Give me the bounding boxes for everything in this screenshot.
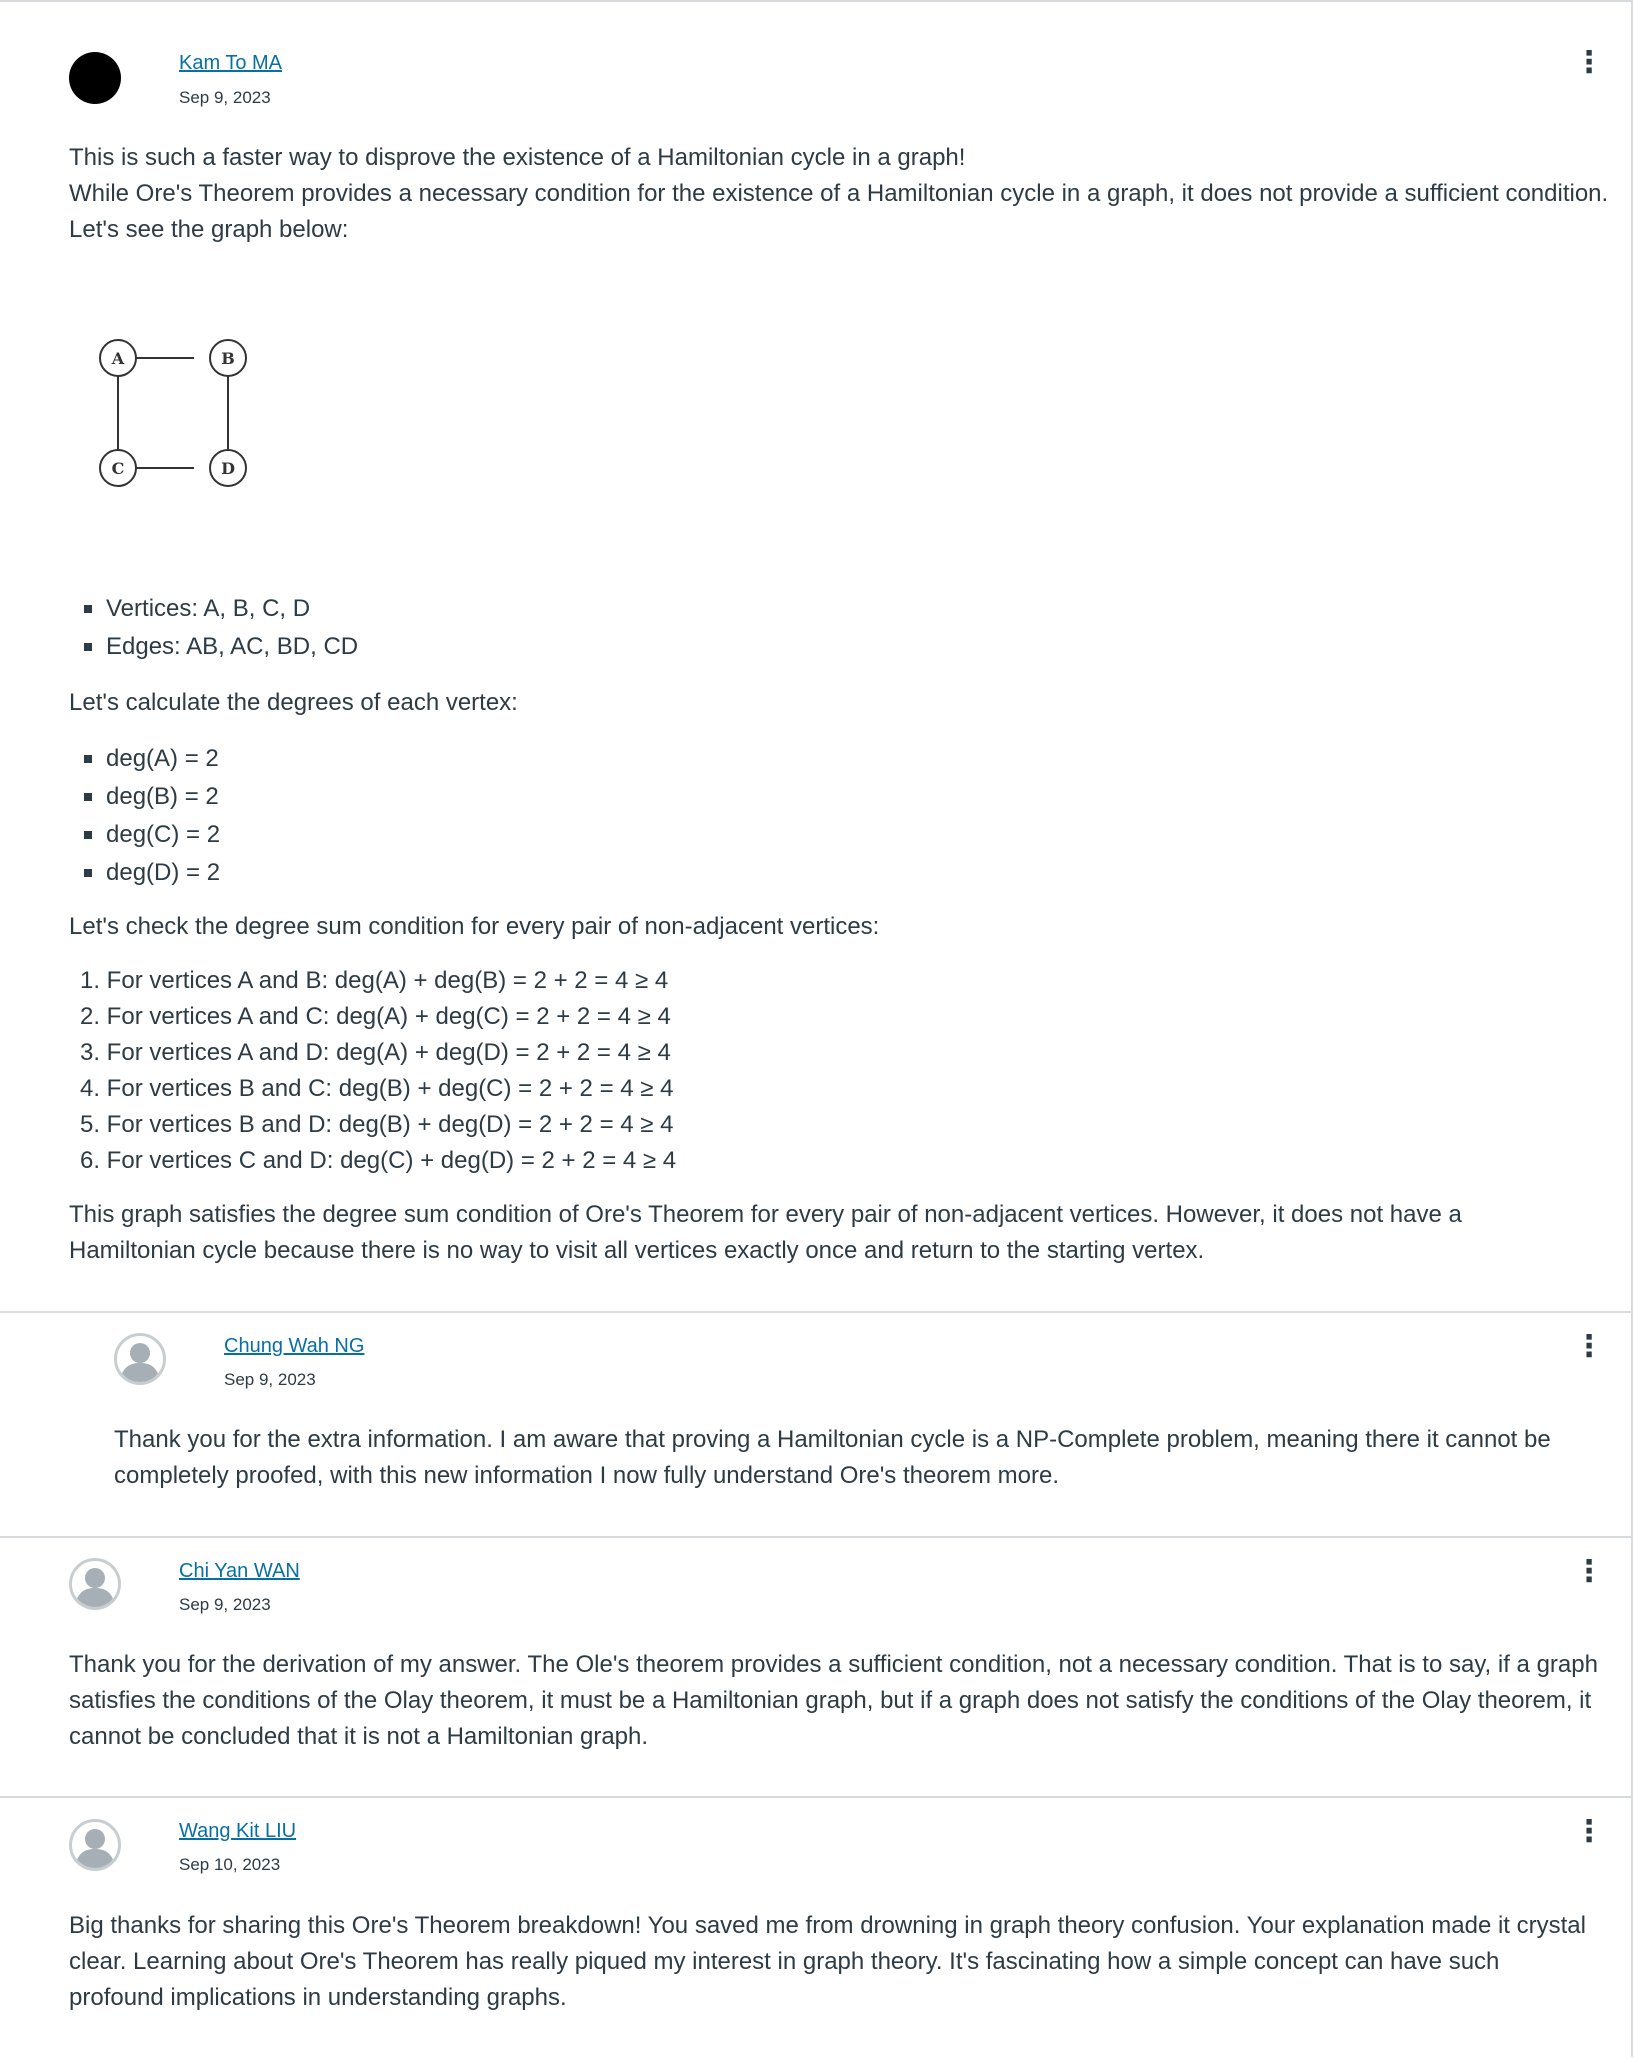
post-body: Thank you for the extra information. I a… — [114, 1426, 1551, 1489]
node-label: D — [221, 459, 235, 478]
discussion-entry-2: Chung Wah NG Sep 9, 2023 ⋮ Thank you for… — [0, 1313, 1633, 1537]
list-item: 5. For vertices B and D: deg(B) + deg(D)… — [80, 1111, 674, 1138]
list-item: Edges: AB, AC, BD, CD — [69, 628, 1569, 666]
node-label: C — [112, 459, 125, 478]
avatar[interactable] — [69, 1819, 121, 1871]
kebab-vertical-icon: ⋮ — [1574, 46, 1604, 79]
more-options-button[interactable]: ⋮ — [1574, 1557, 1604, 1587]
intro-line: This is such a faster way to disprove th… — [69, 144, 966, 171]
list-item: 1. For vertices A and B: deg(A) + deg(B)… — [80, 967, 669, 994]
list-item: Vertices: A, B, C, D — [69, 590, 1569, 628]
user-silhouette-icon — [75, 1568, 115, 1607]
post-date: Sep 9, 2023 — [224, 1370, 316, 1389]
check-heading: Let's check the degree sum condition for… — [69, 913, 880, 940]
list-item: deg(B) = 2 — [69, 778, 1569, 816]
conclusion-text: This graph satisfies the degree sum cond… — [69, 1201, 1462, 1264]
post-date: Sep 9, 2023 — [179, 1595, 271, 1614]
post-body: Thank you for the derivation of my answe… — [69, 1651, 1598, 1750]
avatar[interactable] — [69, 1558, 121, 1610]
list-item: deg(C) = 2 — [69, 816, 1569, 854]
avatar[interactable] — [69, 52, 121, 104]
post-date: Sep 9, 2023 — [179, 88, 271, 107]
graph-diagram: A B C D — [99, 339, 247, 487]
user-silhouette-icon — [120, 1343, 160, 1382]
intro-line: While Ore's Theorem provides a necessary… — [69, 180, 1609, 207]
kebab-vertical-icon: ⋮ — [1574, 1555, 1604, 1588]
list-item: 4. For vertices B and C: deg(B) + deg(C)… — [80, 1075, 674, 1102]
discussion-entry-3: Chi Yan WAN Sep 9, 2023 ⋮ Thank you for … — [0, 1538, 1633, 1796]
graph-facts-list: Vertices: A, B, C, D Edges: AB, AC, BD, … — [69, 590, 1569, 666]
kebab-vertical-icon: ⋮ — [1574, 1815, 1604, 1848]
degrees-heading: Let's calculate the degrees of each vert… — [69, 689, 518, 716]
list-item: 3. For vertices A and D: deg(A) + deg(D)… — [80, 1039, 671, 1066]
list-item: deg(A) = 2 — [69, 740, 1569, 778]
node-label: A — [111, 349, 125, 368]
author-link[interactable]: Wang Kit LIU — [179, 1820, 296, 1843]
more-options-button[interactable]: ⋮ — [1574, 1332, 1604, 1362]
post-body: This is such a faster way to disprove th… — [69, 140, 1609, 248]
author-link[interactable]: Chi Yan WAN — [179, 1560, 300, 1583]
author-link[interactable]: Chung Wah NG — [224, 1335, 364, 1358]
degrees-list: deg(A) = 2 deg(B) = 2 deg(C) = 2 deg(D) … — [69, 740, 1569, 892]
intro-line: Let's see the graph below: — [69, 216, 349, 243]
discussion-entry-1: Kam To MA Sep 9, 2023 ⋮ This is such a f… — [0, 0, 1633, 1312]
post-body: Big thanks for sharing this Ore's Theore… — [69, 1912, 1586, 2011]
node-label: B — [221, 349, 235, 368]
list-item: deg(D) = 2 — [69, 854, 1569, 892]
list-item: 2. For vertices A and C: deg(A) + deg(C)… — [80, 1003, 671, 1030]
list-item: 6. For vertices C and D: deg(C) + deg(D)… — [80, 1147, 677, 1174]
author-link[interactable]: Kam To MA — [179, 52, 282, 75]
more-options-button[interactable]: ⋮ — [1574, 48, 1604, 78]
avatar[interactable] — [114, 1333, 166, 1385]
discussion-entry-4: Wang Kit LIU Sep 10, 2023 ⋮ Big thanks f… — [0, 1798, 1633, 2056]
user-silhouette-icon — [75, 1829, 115, 1868]
post-date: Sep 10, 2023 — [179, 1855, 281, 1874]
checks-list: 1. For vertices A and B: deg(A) + deg(B)… — [69, 963, 1569, 1179]
kebab-vertical-icon: ⋮ — [1574, 1330, 1604, 1363]
more-options-button[interactable]: ⋮ — [1574, 1817, 1604, 1847]
